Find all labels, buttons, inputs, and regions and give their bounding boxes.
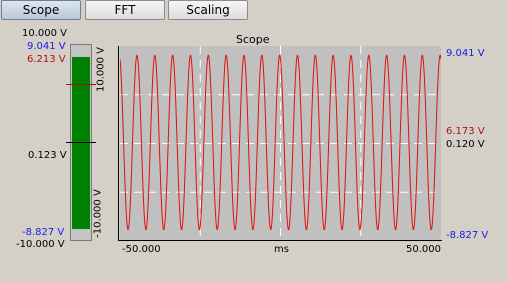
meter-mean: 0.123 V [28,150,67,161]
meter-peak-low: -8.827 V [22,227,65,238]
x-axis-line [118,240,442,241]
y-axis-bottom-label: -10.000 V [92,189,104,238]
x-axis-unit: ms [274,244,289,255]
x-axis-right-label: 50.000 [406,244,441,255]
meter-max-label: 10.000 V [22,28,68,39]
scope-waveform [120,46,441,241]
tab-bar: Scope FFT Scaling [0,0,507,22]
meter-peak-high: 9.041 V [27,41,66,52]
right-peak-low: -8.827 V [446,230,489,241]
meter-fill [72,57,90,229]
tab-scope[interactable]: Scope [1,0,81,20]
tab-fft[interactable]: FFT [85,0,165,20]
meter-mean-marker [66,142,96,143]
scope-plot[interactable] [120,46,441,241]
y-axis-top-label: 10.000 V [95,47,107,93]
meter-rms-high: 6.213 V [27,54,66,65]
y-axis-line [118,46,119,241]
right-rms: 6.173 V [446,126,485,137]
meter-min-label: -10.000 V [16,239,65,250]
right-mean: 0.120 V [446,139,485,150]
x-axis-left-label: -50.000 [122,244,161,255]
scope-title: Scope [236,33,270,46]
meter-rms-marker [66,84,96,85]
right-peak-high: 9.041 V [446,48,485,59]
tab-scaling[interactable]: Scaling [168,0,248,20]
